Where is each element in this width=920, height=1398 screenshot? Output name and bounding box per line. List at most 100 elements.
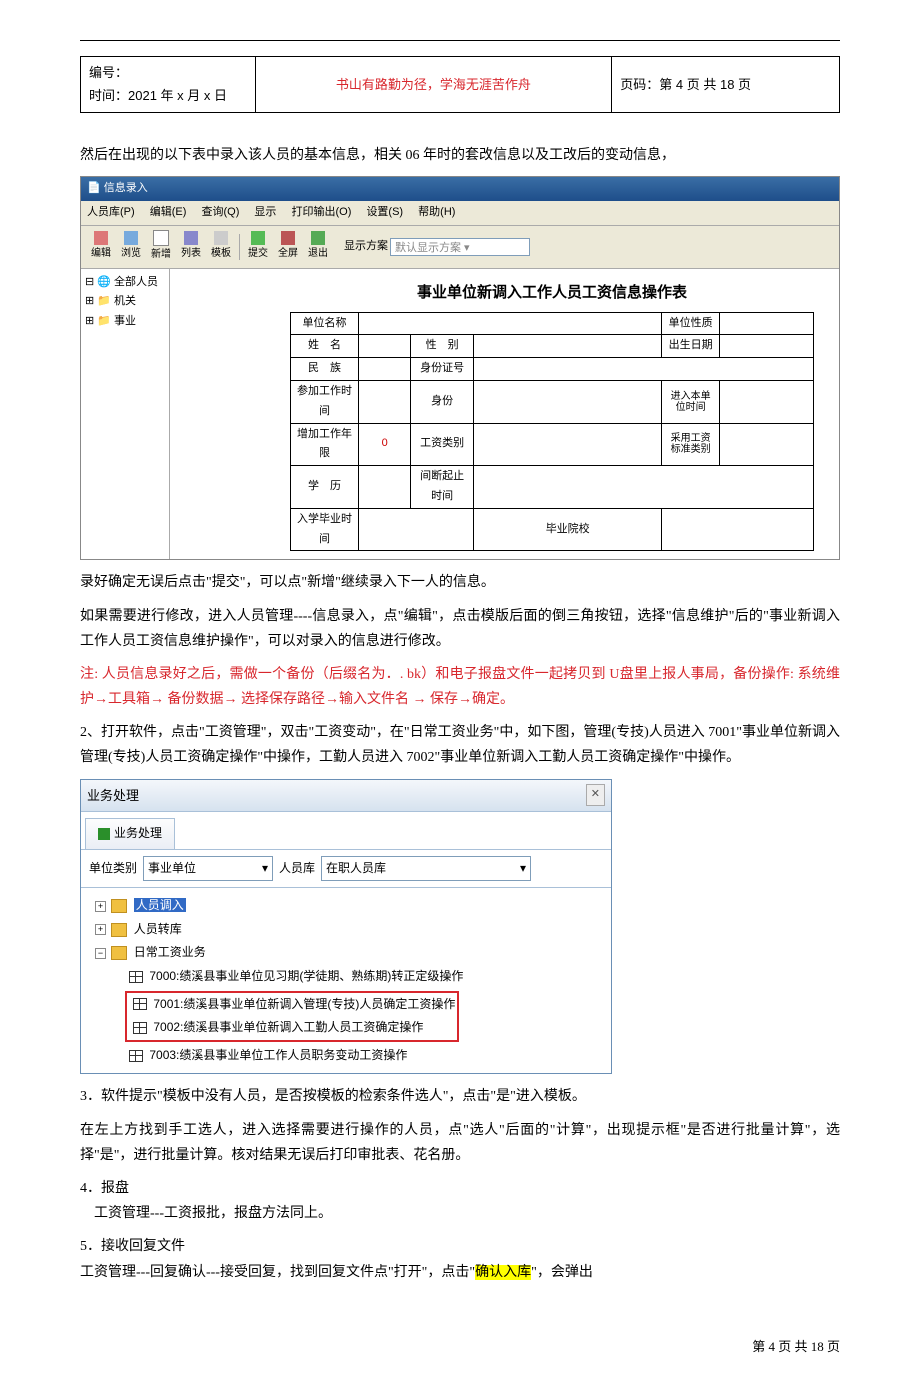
lbl-grad-date: 入学毕业时间 (291, 508, 359, 551)
tree-shiye[interactable]: ⊞ 📁 事业 (85, 312, 165, 332)
scheme-dropdown[interactable]: 默认显示方案 ▾ (390, 238, 530, 256)
tab-label: 业务处理 (114, 826, 162, 840)
lbl-add-years: 增加工作年限 (291, 423, 359, 466)
tool-list[interactable]: 列表 (177, 230, 205, 264)
val-personnel-db: 在职人员库 (326, 861, 386, 875)
ss2-title: 业务处理 (87, 784, 139, 807)
scheme-label: 显示方案 (344, 237, 388, 257)
tree-item-7000[interactable]: 7000:绩溪县事业单位见习期(学徒期、熟练期)转正定级操作 (85, 965, 607, 989)
tree-jiguan[interactable]: ⊞ 📁 机关 (85, 292, 165, 312)
tree-item-7001[interactable]: 7001:绩溪县事业单位新调入管理(专技)人员确定工资操作 (129, 993, 455, 1017)
header-motto: 书山有路勤为径，学海无涯苦作舟 (255, 57, 612, 113)
tree-item-7003[interactable]: 7003:绩溪县事业单位工作人员职务变动工资操作 (85, 1044, 607, 1068)
val-salary-standard[interactable] (719, 423, 813, 466)
val-idcard[interactable] (474, 358, 814, 381)
val-enter-unit-date[interactable] (719, 380, 813, 423)
window-title: 信息录入 (104, 182, 148, 194)
expand-icon[interactable]: + (95, 901, 106, 912)
tool-fullscreen[interactable]: 全屏 (274, 230, 302, 264)
val-gender[interactable] (474, 335, 662, 358)
val-salary-type[interactable] (474, 423, 662, 466)
tree-all[interactable]: ⊟ 🌐 全部人员 (85, 273, 165, 293)
menu-display[interactable]: 显示 (254, 206, 276, 218)
lbl-unit-type: 单位类别 (89, 858, 137, 880)
tree-label-7002: 7002:绩溪县事业单位新调入工勤人员工资确定操作 (153, 1020, 423, 1034)
lbl-identity: 身份 (411, 380, 474, 423)
close-button[interactable]: ✕ (586, 784, 605, 806)
tool-submit[interactable]: 提交 (244, 230, 272, 264)
menu-edit[interactable]: 编辑(E) (150, 206, 187, 218)
screenshot-info-entry: 📄 信息录入 人员库(P) 编辑(E) 查询(Q) 显示 打印输出(O) 设置(… (80, 176, 840, 560)
menu-print[interactable]: 打印输出(O) (291, 206, 351, 218)
tree-item-transfer-in[interactable]: + 人员调入 (85, 894, 607, 918)
expand-icon[interactable]: + (95, 924, 106, 935)
lbl-enter-unit-date: 进入本单位时间 (662, 380, 720, 423)
paragraph-4-note: 注: 人员信息录好之后，需做一个备份（后缀名为．. bk）和电子报盘文件一起拷贝… (80, 662, 840, 712)
highlight-box-7001-7002: 7001:绩溪县事业单位新调入管理(专技)人员确定工资操作 7002:绩溪县事业… (125, 991, 459, 1042)
folder-icon (111, 946, 127, 960)
tree-item-transfer-db[interactable]: + 人员转库 (85, 918, 607, 942)
tree-label-transfer-db: 人员转库 (134, 922, 182, 936)
tool-exit[interactable]: 退出 (304, 230, 332, 264)
val-unit-nature[interactable] (719, 312, 813, 335)
lbl-break-period: 间断起止时间 (411, 466, 474, 509)
menu-personnel[interactable]: 人员库(P) (87, 206, 135, 218)
lbl-salary-type: 工资类别 (411, 423, 474, 466)
tool-new[interactable]: 新增 (147, 229, 175, 265)
form-area: 事业单位新调入工作人员工资信息操作表 单位名称 单位性质 姓 名 性 别 (170, 269, 839, 560)
val-birthdate[interactable] (719, 335, 813, 358)
grid-icon (129, 971, 143, 983)
tree-item-daily-salary[interactable]: − 日常工资业务 (85, 941, 607, 965)
lbl-personnel-db: 人员库 (279, 858, 315, 880)
ss2-titlebar: 业务处理 ✕ (81, 780, 611, 812)
tool-template[interactable]: 模板 (207, 230, 235, 264)
document-page: 编号： 时间：2021 年 x 月 x 日 书山有路勤为径，学海无涯苦作舟 页码… (0, 0, 920, 1398)
menu-bar[interactable]: 人员库(P) 编辑(E) 查询(Q) 显示 打印输出(O) 设置(S) 帮助(H… (81, 201, 839, 226)
paragraph-1: 然后在出现的以下表中录入该人员的基本信息，相关 06 年时的套改信息以及工改后的… (80, 143, 840, 168)
folder-icon (111, 923, 127, 937)
dropdown-unit-type[interactable]: 事业单位 ▾ (143, 856, 273, 882)
val-unit-name[interactable] (358, 312, 661, 335)
template-icon (214, 231, 228, 245)
fullscreen-icon (281, 231, 295, 245)
dropdown-personnel-db[interactable]: 在职人员库 ▾ (321, 856, 531, 882)
paragraph-7: 在左上方找到手工选人，进入选择需要进行操作的人员，点"选人"后面的"计算"，出现… (80, 1118, 840, 1168)
val-workdate[interactable] (358, 380, 410, 423)
lbl-birthdate: 出生日期 (662, 335, 720, 358)
menu-query[interactable]: 查询(Q) (201, 206, 239, 218)
tool-browse-label: 浏览 (121, 245, 141, 263)
ss2-tree: + 人员调入 + 人员转库 − 日常工资业务 7000:绩溪县事业单位见习期(学… (81, 887, 611, 1073)
list-icon (184, 231, 198, 245)
tool-browse[interactable]: 浏览 (117, 230, 145, 264)
grid-icon (129, 1050, 143, 1062)
val-grad-date[interactable] (358, 508, 473, 551)
lbl-unit-nature: 单位性质 (662, 312, 720, 335)
val-school[interactable] (662, 508, 814, 551)
val-name[interactable] (358, 335, 410, 358)
val-education[interactable] (358, 466, 410, 509)
toolbar-separator (239, 234, 240, 260)
menu-help[interactable]: 帮助(H) (418, 206, 455, 218)
tab-business[interactable]: 业务处理 (85, 818, 175, 849)
tool-edit[interactable]: 编辑 (87, 230, 115, 264)
new-icon (153, 230, 169, 246)
ss2-tab-row: 业务处理 (81, 812, 611, 849)
form-title: 事业单位新调入工作人员工资信息操作表 (290, 279, 814, 306)
grid-icon (133, 1022, 147, 1034)
tree-item-7002[interactable]: 7002:绩溪县事业单位新调入工勤人员工资确定操作 (129, 1016, 455, 1040)
paragraph-3: 如果需要进行修改，进入人员管理----信息录入，点"编辑"，点击模版后面的倒三角… (80, 604, 840, 654)
val-identity[interactable] (474, 380, 662, 423)
scheme-value: 默认显示方案 (395, 242, 461, 254)
window-titlebar: 📄 信息录入 (81, 177, 839, 201)
collapse-icon[interactable]: − (95, 948, 106, 959)
tree-label-7003: 7003:绩溪县事业单位工作人员职务变动工资操作 (149, 1048, 407, 1062)
nav-tree[interactable]: ⊟ 🌐 全部人员 ⊞ 📁 机关 ⊞ 📁 事业 (81, 269, 170, 560)
menu-settings[interactable]: 设置(S) (366, 206, 403, 218)
val-break-period[interactable] (474, 466, 814, 509)
ss2-filter-row: 单位类别 事业单位 ▾ 人员库 在职人员库 ▾ (81, 849, 611, 888)
val-ethnicity[interactable] (358, 358, 410, 381)
paragraph-9-heading: 5．接收回复文件 (80, 1234, 840, 1259)
val-add-years[interactable]: 0 (358, 423, 410, 466)
page-header-table: 编号： 时间：2021 年 x 月 x 日 书山有路勤为径，学海无涯苦作舟 页码… (80, 56, 840, 113)
lbl-workdate: 参加工作时间 (291, 380, 359, 423)
